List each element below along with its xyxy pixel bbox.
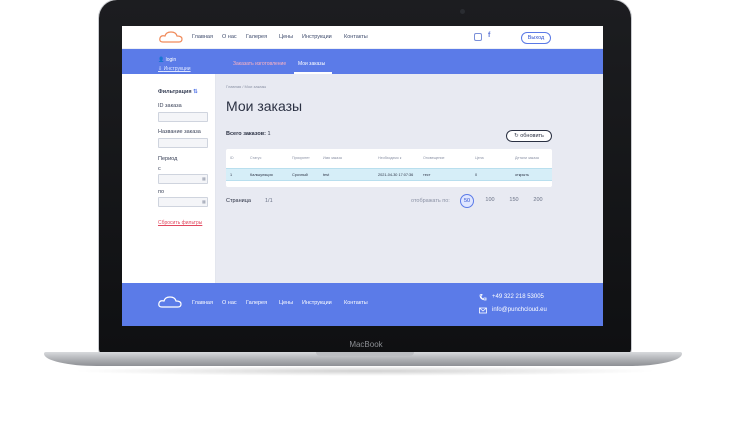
- filter-heading: Фильтрация ⇅: [158, 89, 198, 95]
- sort-icon: ⇅: [193, 89, 198, 95]
- nav-link-gallery[interactable]: Галерея: [246, 34, 267, 40]
- cell-notification: тест: [423, 173, 431, 177]
- refresh-button[interactable]: ↻ обновить: [506, 130, 552, 142]
- per-page-label: отображать по:: [411, 198, 450, 204]
- per-page-option-150[interactable]: 150: [508, 194, 520, 206]
- pagination-value: 1/1: [265, 198, 273, 204]
- orders-total-value: 1: [267, 131, 271, 137]
- date-to-label: по: [158, 189, 165, 195]
- instagram-icon[interactable]: [474, 33, 482, 41]
- tab-my-orders[interactable]: Мои заказы: [298, 61, 325, 67]
- refresh-icon: ↻: [514, 133, 519, 139]
- cell-status: Калькуляция: [250, 173, 273, 177]
- top-navbar: Главная О нас Галерея Цены Инструкции Ко…: [122, 26, 603, 49]
- nav-link-home[interactable]: Главная: [192, 34, 213, 40]
- nav-link-about[interactable]: О нас: [222, 34, 237, 40]
- per-page-option-100[interactable]: 100: [484, 194, 496, 206]
- cloud-logo-icon[interactable]: [159, 31, 183, 43]
- laptop-brand-label: MacBook: [349, 340, 383, 349]
- orders-table: ID Статус Приоритет Имя заказа Необходим…: [226, 149, 552, 187]
- account-bar: [122, 49, 603, 74]
- calendar-icon[interactable]: ▦: [202, 199, 206, 204]
- table-header-notification[interactable]: Оповещение: [423, 156, 445, 160]
- cell-deadline: 2021-04-30 17:07:36: [378, 173, 414, 177]
- instructions-label: Инструкции: [163, 66, 191, 72]
- logout-button[interactable]: Выход: [521, 32, 551, 44]
- cell-name: test: [323, 173, 330, 177]
- per-page-option-50[interactable]: 50: [460, 194, 474, 208]
- table-header-deadline[interactable]: Необходимо к: [378, 156, 401, 160]
- period-label: Период: [158, 156, 178, 162]
- cell-id: 1: [230, 173, 233, 177]
- laptop-notch: [316, 352, 414, 356]
- nav-link-instructions[interactable]: Инструкции: [302, 34, 332, 40]
- footer-email[interactable]: info@punchcloud.eu: [492, 307, 547, 313]
- table-row[interactable]: 1 Калькуляция Срочный test 2021-04-30 17…: [226, 168, 552, 181]
- footer-link-home[interactable]: Главная: [192, 300, 213, 306]
- footer-link-gallery[interactable]: Галерея: [246, 300, 267, 306]
- order-name-label: Название заказа: [158, 129, 201, 135]
- date-to-input[interactable]: [158, 197, 208, 207]
- footer-link-instructions[interactable]: Инструкции: [302, 300, 332, 306]
- username-label: login: [165, 57, 177, 63]
- table-header-id[interactable]: ID: [230, 156, 234, 160]
- refresh-label: обновить: [520, 133, 544, 139]
- orders-total-label: Всего заказов:: [226, 131, 266, 137]
- filter-heading-label: Фильтрация: [158, 89, 192, 95]
- nav-link-prices[interactable]: Цены: [279, 34, 293, 40]
- cell-price: 0: [475, 173, 478, 177]
- order-name-input[interactable]: [158, 138, 208, 148]
- calendar-icon[interactable]: ▦: [202, 176, 206, 181]
- footer-link-prices[interactable]: Цены: [279, 300, 293, 306]
- table-header-status[interactable]: Статус: [250, 156, 261, 160]
- cell-priority: Срочный: [292, 173, 308, 177]
- order-id-label: ID заказа: [158, 103, 182, 109]
- table-header-name[interactable]: Имя заказа: [323, 156, 342, 160]
- footer-phone[interactable]: +49 322 218 53005: [492, 294, 544, 300]
- table-header-details[interactable]: Детали заказа: [515, 156, 539, 160]
- phone-icon: [479, 294, 487, 301]
- breadcrumb[interactable]: Главная / Мои заказы: [226, 84, 266, 89]
- instructions-link[interactable]: ⇩ Инструкции: [158, 66, 191, 72]
- orders-total: Всего заказов: 1: [226, 131, 271, 137]
- page-title: Мои заказы: [226, 98, 303, 114]
- tab-create-order[interactable]: Заказать изготовление: [233, 61, 286, 67]
- table-header-price[interactable]: Цена: [475, 156, 484, 160]
- order-id-input[interactable]: [158, 112, 208, 122]
- camera-icon: [460, 9, 465, 14]
- laptop-shadow: [70, 366, 660, 376]
- pagination-label: Страница: [226, 198, 251, 204]
- footer-link-contacts[interactable]: Контакты: [344, 300, 368, 306]
- cloud-logo-icon[interactable]: [158, 296, 182, 308]
- date-from-label: с: [158, 166, 161, 172]
- user-info[interactable]: 👤 login: [158, 57, 176, 63]
- app-screen: Главная О нас Галерея Цены Инструкции Ко…: [122, 26, 603, 326]
- date-from-input[interactable]: [158, 174, 208, 184]
- reset-filters-link[interactable]: Сбросить фильтры: [158, 220, 202, 226]
- footer-link-about[interactable]: О нас: [222, 300, 237, 306]
- cell-details-link[interactable]: открыть: [515, 173, 529, 177]
- mail-icon: [479, 307, 487, 314]
- facebook-icon[interactable]: f: [488, 32, 490, 39]
- per-page-option-200[interactable]: 200: [532, 194, 544, 206]
- table-header-priority[interactable]: Приоритет: [292, 156, 310, 160]
- nav-link-contacts[interactable]: Контакты: [344, 34, 368, 40]
